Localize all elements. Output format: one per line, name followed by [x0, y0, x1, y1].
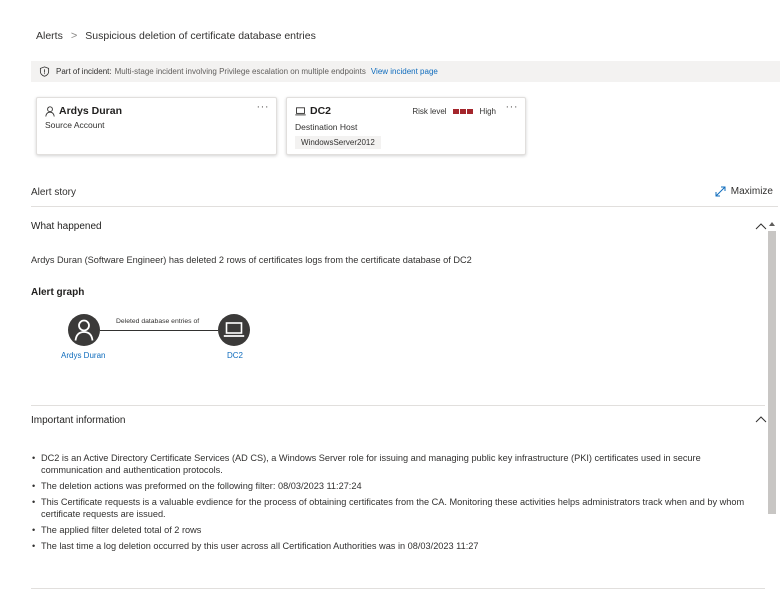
more-options-icon[interactable]: ··· [506, 101, 519, 113]
person-icon [74, 319, 94, 341]
shield-icon [39, 66, 50, 77]
laptop-icon [223, 322, 245, 337]
risk-label: Risk level [412, 107, 447, 116]
chevron-up-icon[interactable] [755, 222, 767, 230]
list-item: The last time a log deletion occurred by… [31, 540, 761, 553]
scrollbar-thumb[interactable] [768, 231, 776, 514]
risk-value: High [479, 107, 496, 116]
maximize-button[interactable]: Maximize [715, 186, 773, 197]
laptop-icon [295, 106, 306, 115]
list-item: This Certificate requests is a valuable … [31, 496, 761, 521]
incident-label: Part of incident: [56, 67, 112, 76]
incident-banner: Part of incident: Multi-stage incident i… [31, 61, 780, 82]
host-title: DC2 [295, 105, 331, 117]
what-happened-text: Ardys Duran (Software Engineer) has dele… [31, 255, 472, 265]
graph-edge-label: Deleted database entries of [116, 318, 200, 325]
host-role: Destination Host [295, 122, 358, 132]
host-name: DC2 [310, 105, 332, 117]
chevron-right-icon: > [70, 30, 78, 42]
expand-icon [715, 186, 726, 197]
list-item: DC2 is an Active Directory Certificate S… [31, 452, 761, 477]
source-account-card[interactable]: Ardys Duran Source Account ··· [36, 97, 277, 155]
account-role: Source Account [45, 120, 105, 130]
breadcrumb-alerts-link[interactable]: Alerts [36, 30, 63, 42]
list-item: The deletion actions was preformed on th… [31, 480, 761, 493]
divider [31, 206, 778, 207]
graph-node-user[interactable] [68, 314, 100, 346]
graph-edge [100, 330, 218, 331]
divider [31, 588, 765, 589]
breadcrumb: Alerts > Suspicious deletion of certific… [36, 30, 316, 42]
divider [31, 405, 765, 406]
what-happened-title: What happened [31, 221, 102, 232]
alert-graph-title: Alert graph [31, 287, 85, 298]
graph-user-link[interactable]: Ardys Duran [61, 351, 105, 360]
os-tag: WindowsServer2012 [295, 136, 381, 149]
destination-host-card[interactable]: DC2 Risk level High ··· Destination Host… [286, 97, 526, 155]
person-icon [45, 105, 55, 117]
incident-description: Multi-stage incident involving Privilege… [114, 67, 366, 76]
alert-story-title: Alert story [31, 187, 77, 198]
risk-bars-icon [452, 109, 474, 114]
risk-level: Risk level High [412, 107, 496, 116]
list-item: The applied filter deleted total of 2 ro… [31, 524, 761, 537]
maximize-label: Maximize [730, 186, 773, 197]
graph-node-host[interactable] [218, 314, 250, 346]
more-options-icon[interactable]: ··· [257, 101, 270, 113]
view-incident-link[interactable]: View incident page [371, 67, 438, 76]
scroll-up-arrow-icon[interactable] [769, 222, 775, 226]
breadcrumb-current: Suspicious deletion of certificate datab… [85, 30, 316, 42]
graph-host-link[interactable]: DC2 [227, 351, 243, 360]
important-information-title: Important information [31, 415, 126, 426]
important-information-list: DC2 is an Active Directory Certificate S… [31, 452, 761, 556]
account-name: Ardys Duran [59, 105, 123, 117]
chevron-up-icon[interactable] [755, 415, 767, 423]
account-title: Ardys Duran [45, 105, 122, 117]
